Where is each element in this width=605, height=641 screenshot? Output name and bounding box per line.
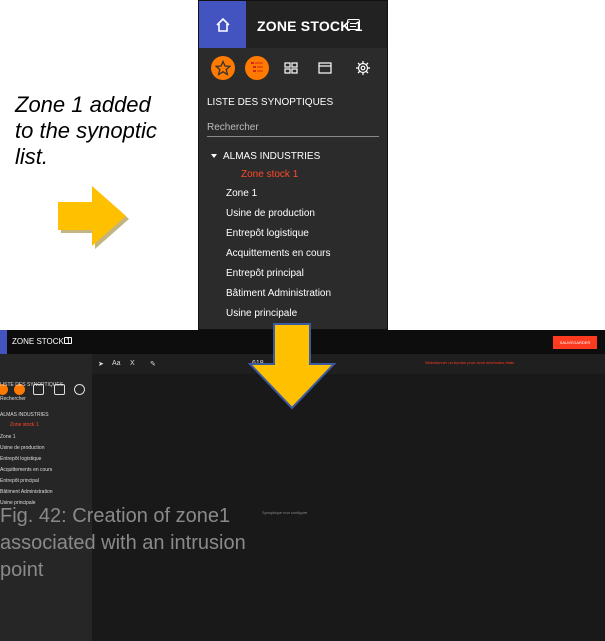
search-input[interactable]: Rechercher bbox=[207, 122, 259, 133]
tree-root-label: ALMAS INDUSTRIES bbox=[223, 151, 321, 162]
delete-tool[interactable]: X bbox=[130, 360, 135, 367]
panel-toolbar bbox=[199, 51, 387, 85]
home-button[interactable] bbox=[199, 1, 246, 48]
tree-list-button[interactable] bbox=[245, 56, 269, 80]
window-button[interactable] bbox=[313, 56, 337, 80]
pen-tool-icon[interactable]: ✎ bbox=[150, 360, 156, 368]
settings-button[interactable] bbox=[351, 56, 375, 80]
chevron-down-icon[interactable] bbox=[211, 154, 217, 159]
tree-item[interactable]: Zone 1 bbox=[226, 188, 257, 199]
tree-root-item[interactable]: ALMAS INDUSTRIES bbox=[211, 151, 320, 162]
tree-item[interactable]: Acquittements en cours bbox=[226, 248, 331, 259]
tree-item[interactable]: Bâtiment Administration bbox=[226, 288, 331, 299]
tree-item[interactable]: Usine de production bbox=[0, 445, 44, 451]
instruction-note: Zone 1 added to the synoptic list. bbox=[15, 92, 195, 170]
tree-root-item[interactable]: ALMAS INDUSTRIES bbox=[0, 412, 49, 418]
save-button[interactable]: SAUVEGARDER bbox=[553, 336, 597, 349]
app-title: ZONE STOCK 1 bbox=[12, 337, 71, 346]
instruction-line-2: to the synoptic bbox=[15, 118, 157, 143]
tree-list-icon bbox=[251, 62, 263, 72]
tree-item[interactable]: Entrepôt logistique bbox=[0, 456, 41, 462]
star-icon bbox=[215, 60, 231, 76]
gear-icon[interactable] bbox=[74, 384, 85, 395]
synoptic-list-title: LISTE DES SYNOPTIQUES bbox=[0, 382, 64, 388]
tree-item-selected[interactable]: Zone stock 1 bbox=[241, 169, 298, 180]
gear-icon bbox=[356, 61, 370, 75]
title-edit-icon[interactable] bbox=[64, 337, 72, 344]
tree-item[interactable]: Entrepôt principal bbox=[0, 478, 39, 484]
tree-item-selected[interactable]: Zone stock 1 bbox=[10, 422, 39, 428]
home-icon bbox=[215, 17, 230, 32]
grid-button[interactable] bbox=[279, 56, 303, 80]
favorites-button[interactable] bbox=[211, 56, 235, 80]
window-icon bbox=[318, 62, 332, 74]
app-toolstrip: ➤ Aa X ✎ 618 Sélectionner un bouton pour… bbox=[92, 354, 605, 374]
synoptic-panel: ZONE STOCK 1 LISTE DES SYNOPTIQUES Reche… bbox=[198, 0, 388, 330]
instruction-line-1: Zone 1 added bbox=[15, 92, 151, 117]
select-tool-icon[interactable]: ➤ bbox=[98, 360, 104, 368]
app-sidebar: LISTE DES SYNOPTIQUES Rechercher ALMAS I… bbox=[0, 354, 92, 641]
search-underline bbox=[207, 136, 379, 137]
title-edit-icon[interactable] bbox=[347, 19, 360, 30]
right-arrow-icon bbox=[52, 180, 132, 250]
caption-line-1: Fig. 42: Creation of zone1 bbox=[0, 505, 231, 527]
tree-item[interactable]: Zone 1 bbox=[0, 434, 16, 440]
app-home-button[interactable] bbox=[0, 330, 7, 354]
tree-item[interactable]: Entrepôt principal bbox=[226, 268, 304, 279]
tree-item[interactable]: Usine principale bbox=[226, 308, 297, 319]
instruction-line-3: list. bbox=[15, 144, 48, 169]
tree-item[interactable]: Acquittements en cours bbox=[0, 467, 52, 473]
tree-item[interactable]: Bâtiment Administration bbox=[0, 489, 53, 495]
search-input[interactable]: Rechercher bbox=[0, 396, 26, 402]
synoptic-list-title: LISTE DES SYNOPTIQUES bbox=[207, 97, 334, 108]
tree-item[interactable]: Usine de production bbox=[226, 208, 315, 219]
caption-line-2: associated with an intrusion bbox=[0, 532, 246, 554]
text-tool[interactable]: Aa bbox=[112, 360, 121, 367]
caption-line-3: point bbox=[0, 559, 44, 581]
toolbar-hint: Sélectionner un bouton pour avoir ses/to… bbox=[425, 360, 515, 365]
grid-icon bbox=[284, 62, 298, 74]
tree-item[interactable]: Entrepôt logistique bbox=[226, 228, 309, 239]
figure-caption: Fig. 42: Creation of zone1 associated wi… bbox=[0, 503, 330, 584]
down-arrow-icon bbox=[244, 320, 340, 412]
panel-header: ZONE STOCK 1 bbox=[199, 1, 387, 48]
